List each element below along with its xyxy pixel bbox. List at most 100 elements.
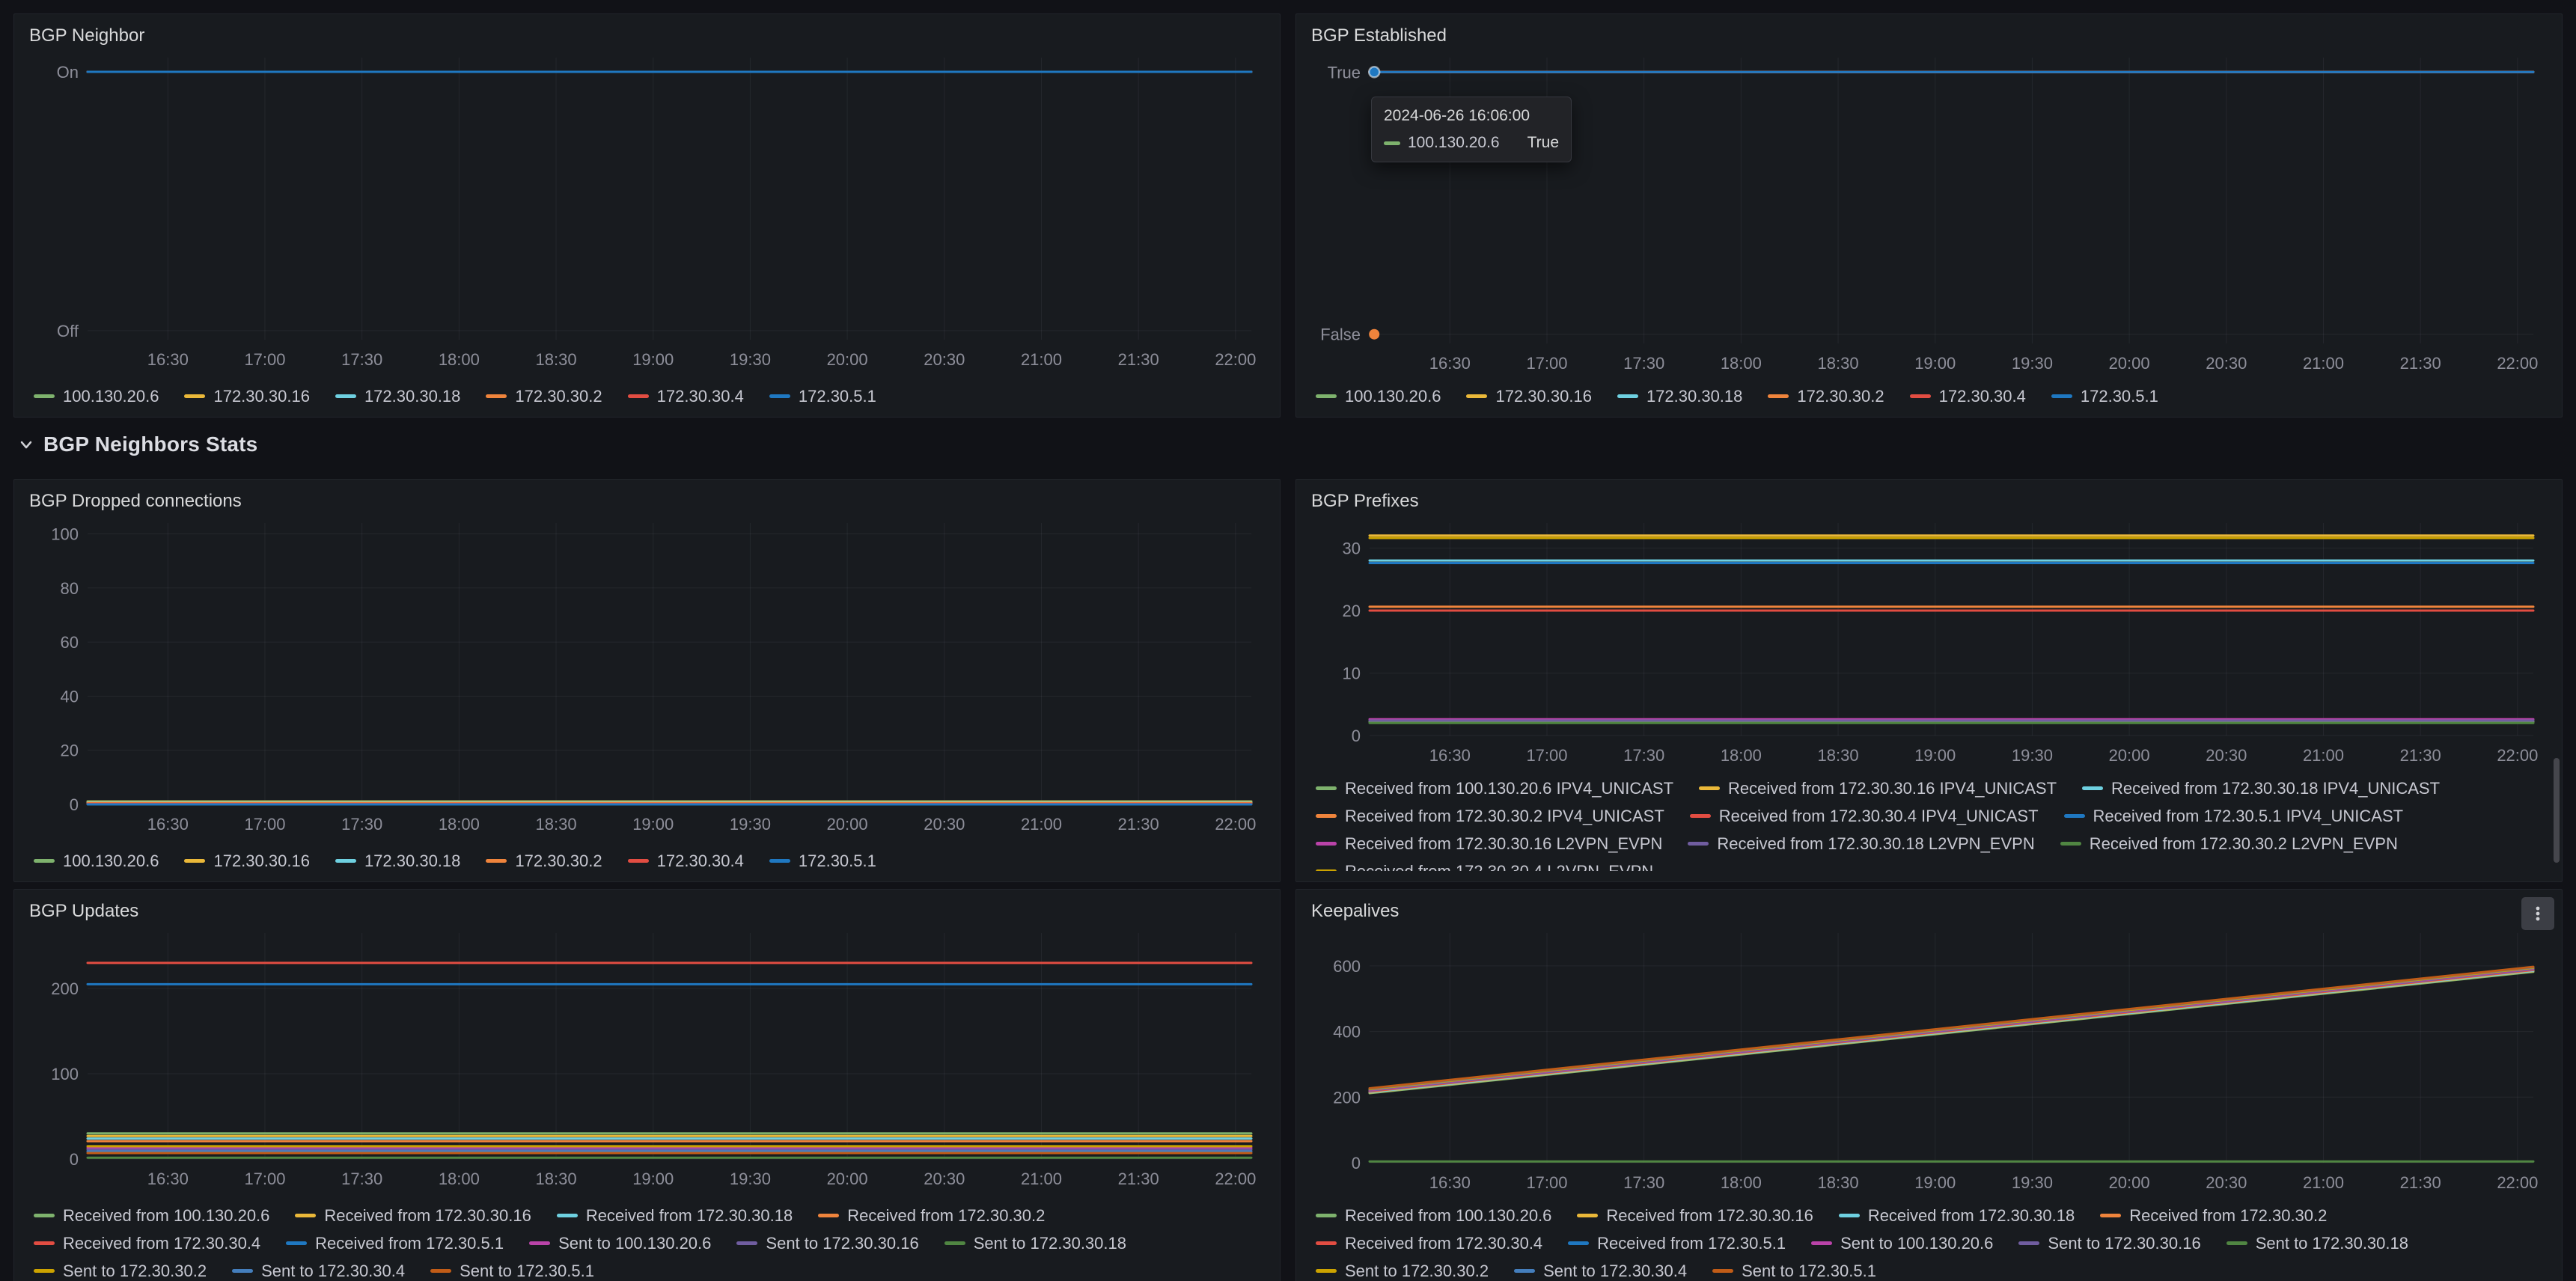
- legend-item[interactable]: 172.30.30.2: [486, 386, 602, 406]
- legend-item[interactable]: Received from 172.30.30.4: [1316, 1233, 1542, 1253]
- legend-item[interactable]: Sent to 172.30.30.18: [2226, 1233, 2408, 1253]
- legend-item[interactable]: Received from 172.30.5.1: [1568, 1233, 1786, 1253]
- legend-item[interactable]: 172.30.5.1: [769, 851, 876, 871]
- legend-item[interactable]: Received from 100.130.20.6 IPV4_UNICAST: [1316, 778, 1673, 798]
- svg-text:0: 0: [1352, 727, 1361, 745]
- legend-item[interactable]: Received from 172.30.30.4: [34, 1233, 260, 1253]
- svg-text:22:00: 22:00: [1215, 1170, 1256, 1188]
- legend-item[interactable]: Sent to 172.30.30.2: [34, 1261, 207, 1281]
- svg-text:19:30: 19:30: [2012, 1173, 2053, 1192]
- svg-text:21:00: 21:00: [2303, 1173, 2344, 1192]
- legend-item[interactable]: Received from 172.30.30.16: [295, 1205, 531, 1226]
- legend-item[interactable]: 172.30.30.2: [486, 851, 602, 871]
- series-color-swatch: [184, 859, 205, 863]
- svg-text:17:30: 17:30: [341, 815, 382, 834]
- chart-svg: 16:3017:0017:3018:0018:3019:0019:3020:00…: [29, 49, 1265, 374]
- legend-item[interactable]: Received from 172.30.30.16: [1577, 1205, 1813, 1226]
- legend-item[interactable]: Received from 172.30.30.16 L2VPN_EVPN: [1316, 834, 1662, 854]
- legend-item[interactable]: 172.30.30.4: [1910, 386, 2026, 406]
- series-color-swatch: [1690, 814, 1711, 818]
- legend-item[interactable]: Sent to 172.30.30.4: [232, 1261, 405, 1281]
- legend-label: Sent to 172.30.5.1: [460, 1262, 594, 1281]
- legend-item[interactable]: Sent to 100.130.20.6: [529, 1233, 711, 1253]
- svg-text:20:30: 20:30: [924, 815, 965, 834]
- legend-item[interactable]: 172.30.30.4: [628, 386, 744, 406]
- legend-item[interactable]: 172.30.30.16: [184, 386, 309, 406]
- legend-item[interactable]: Received from 172.30.30.4 IPV4_UNICAST: [1690, 806, 2039, 826]
- svg-text:18:30: 18:30: [536, 350, 577, 369]
- legend-item[interactable]: Received from 100.130.20.6: [1316, 1205, 1551, 1226]
- legend-item[interactable]: Sent to 172.30.30.18: [944, 1233, 1126, 1253]
- svg-text:21:30: 21:30: [1118, 350, 1159, 369]
- legend-item[interactable]: Received from 172.30.30.2: [818, 1205, 1045, 1226]
- svg-text:17:30: 17:30: [1623, 746, 1664, 765]
- row-header-bgp-neighbors-stats[interactable]: BGP Neighbors Stats: [13, 410, 2563, 479]
- legend-label: 172.30.30.16: [213, 852, 309, 871]
- bgp-updates-chart[interactable]: 16:3017:0017:3018:0018:3019:0019:3020:00…: [29, 924, 1265, 1201]
- panel-title-bgp-updates[interactable]: BGP Updates: [29, 899, 1265, 924]
- keepalives-legend: Received from 100.130.20.6 Received from …: [1311, 1205, 2547, 1281]
- panel-bgp-neighbor: BGP Neighbor 16:3017:0017:3018:0018:3019…: [13, 13, 1281, 418]
- legend-item[interactable]: 172.30.5.1: [769, 386, 876, 406]
- panel-title-bgp-neighbor[interactable]: BGP Neighbor: [29, 23, 1265, 49]
- legend-item[interactable]: 172.30.30.16: [184, 851, 309, 871]
- legend-item[interactable]: Received from 172.30.5.1 IPV4_UNICAST: [2064, 806, 2404, 826]
- panel-title-bgp-dropped-connections[interactable]: BGP Dropped connections: [29, 489, 1265, 514]
- legend-item[interactable]: 172.30.30.18: [335, 851, 460, 871]
- legend-label: Sent to 172.30.30.2: [63, 1262, 207, 1281]
- series-color-swatch: [2060, 842, 2081, 846]
- svg-text:17:00: 17:00: [244, 815, 285, 834]
- legend-item[interactable]: 172.30.30.18: [335, 386, 460, 406]
- legend-item[interactable]: Sent to 172.30.30.16: [736, 1233, 918, 1253]
- bgp-dropped-connections-chart[interactable]: 16:3017:0017:3018:0018:3019:0019:3020:00…: [29, 514, 1265, 846]
- bgp-neighbor-chart[interactable]: 16:3017:0017:3018:0018:3019:0019:3020:00…: [29, 49, 1265, 382]
- svg-text:19:30: 19:30: [730, 815, 771, 834]
- series-color-swatch: [34, 859, 55, 863]
- svg-text:20:00: 20:00: [827, 815, 868, 834]
- panel-title-keepalives[interactable]: Keepalives: [1311, 899, 2547, 924]
- legend-item[interactable]: Received from 100.130.20.6: [34, 1205, 269, 1226]
- legend-item[interactable]: Received from 172.30.30.18: [1839, 1205, 2075, 1226]
- legend-item[interactable]: Sent to 172.30.5.1: [1712, 1261, 1876, 1281]
- legend-label: Sent to 172.30.30.16: [2048, 1234, 2200, 1253]
- legend-item[interactable]: Received from 172.30.30.16 IPV4_UNICAST: [1699, 778, 2057, 798]
- legend-item[interactable]: 172.30.5.1: [2051, 386, 2158, 406]
- keepalives-chart[interactable]: 16:3017:0017:3018:0018:3019:0019:3020:00…: [1311, 924, 2547, 1201]
- legend-item[interactable]: Received from 172.30.5.1: [286, 1233, 504, 1253]
- legend-item[interactable]: 100.130.20.6: [1316, 386, 1441, 406]
- legend-item[interactable]: Received from 172.30.30.2 L2VPN_EVPN: [2060, 834, 2398, 854]
- legend-item[interactable]: Received from 172.30.30.18 IPV4_UNICAST: [2082, 778, 2440, 798]
- legend-item[interactable]: 172.30.30.16: [1466, 386, 1591, 406]
- svg-text:21:30: 21:30: [2400, 1173, 2441, 1192]
- panel-title-bgp-prefixes[interactable]: BGP Prefixes: [1311, 489, 2547, 514]
- svg-text:600: 600: [1333, 957, 1361, 976]
- svg-text:18:30: 18:30: [1818, 1173, 1859, 1192]
- series-color-swatch: [295, 1214, 316, 1217]
- legend-label: 172.30.5.1: [799, 387, 876, 406]
- legend-item[interactable]: 172.30.30.2: [1768, 386, 1884, 406]
- legend-item[interactable]: Received from 172.30.30.4 L2VPN_EVPN: [1316, 861, 1653, 871]
- legend-item[interactable]: 100.130.20.6: [34, 851, 159, 871]
- svg-text:18:00: 18:00: [1721, 354, 1762, 373]
- legend-item[interactable]: Sent to 100.130.20.6: [1811, 1233, 1993, 1253]
- svg-text:19:30: 19:30: [730, 350, 771, 369]
- legend-item[interactable]: Sent to 172.30.30.4: [1514, 1261, 1687, 1281]
- legend-label: Received from 100.130.20.6: [1345, 1206, 1551, 1226]
- legend-item[interactable]: Received from 172.30.30.18: [557, 1205, 793, 1226]
- legend-item[interactable]: 172.30.30.18: [1617, 386, 1742, 406]
- svg-text:16:30: 16:30: [1429, 1173, 1471, 1192]
- legend-item[interactable]: 100.130.20.6: [34, 386, 159, 406]
- legend-item[interactable]: Received from 172.30.30.2 IPV4_UNICAST: [1316, 806, 1664, 826]
- legend-item[interactable]: Sent to 172.30.5.1: [430, 1261, 594, 1281]
- legend-item[interactable]: Sent to 172.30.30.16: [2018, 1233, 2200, 1253]
- legend-scrollbar[interactable]: [2554, 758, 2560, 863]
- legend-label: 172.30.30.4: [657, 387, 744, 406]
- svg-text:20:00: 20:00: [827, 1170, 868, 1188]
- bgp-prefixes-chart[interactable]: 16:3017:0017:3018:0018:3019:0019:3020:00…: [1311, 514, 2547, 774]
- panel-title-bgp-established[interactable]: BGP Established: [1311, 23, 2547, 49]
- legend-item[interactable]: Received from 172.30.30.2: [2100, 1205, 2327, 1226]
- legend-item[interactable]: Sent to 172.30.30.2: [1316, 1261, 1489, 1281]
- legend-item[interactable]: 172.30.30.4: [628, 851, 744, 871]
- legend-item[interactable]: Received from 172.30.30.18 L2VPN_EVPN: [1688, 834, 2034, 854]
- panel-menu-kebab-icon[interactable]: [2521, 897, 2554, 930]
